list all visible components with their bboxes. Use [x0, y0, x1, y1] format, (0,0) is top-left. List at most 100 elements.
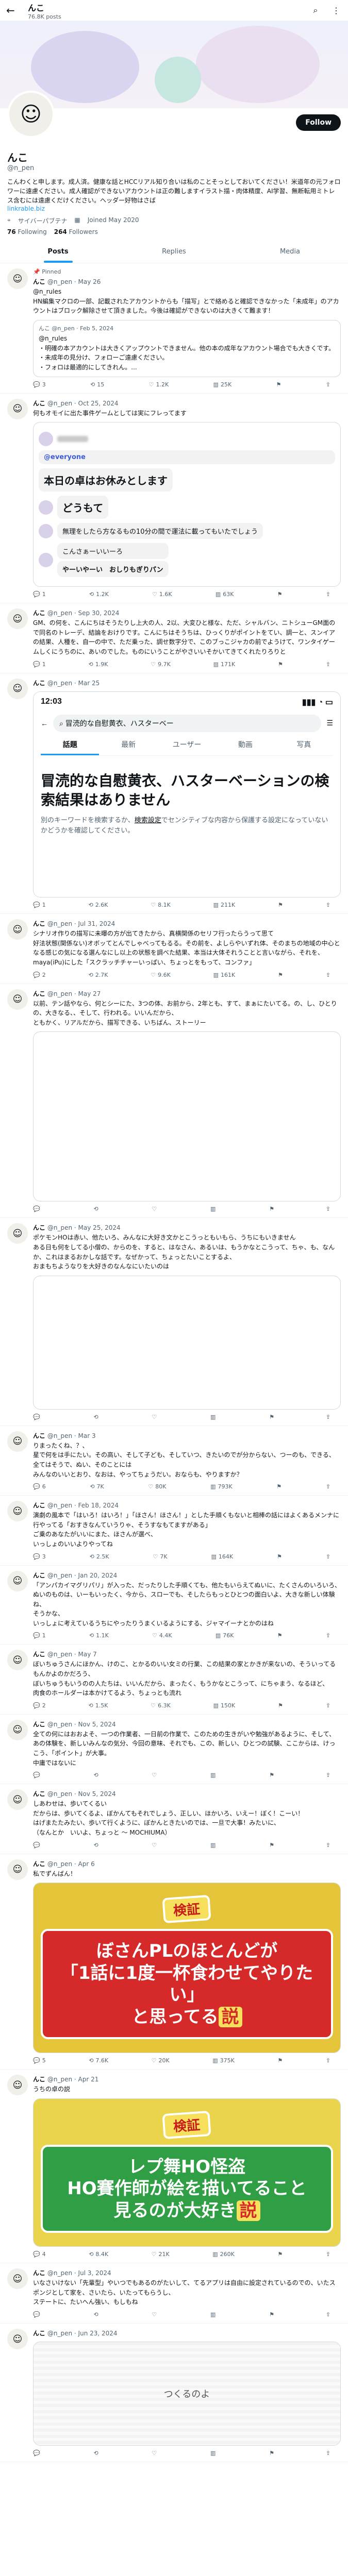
share-icon[interactable]: ⇪	[326, 2311, 330, 2318]
share-icon[interactable]: ⇪	[326, 1483, 330, 1490]
post-date[interactable]: Apr 21	[78, 2076, 99, 2083]
like-button[interactable]: ♡	[152, 1206, 159, 1212]
post-date[interactable]: May 27	[78, 990, 101, 997]
post-avatar[interactable]: ☺	[7, 1859, 28, 1880]
repost-button[interactable]: ⟲ 15	[90, 381, 104, 388]
post-author-name[interactable]: んこ	[33, 2076, 45, 2083]
post-author-name[interactable]: んこ	[33, 400, 45, 407]
like-button[interactable]: ♡ 4.4K	[152, 1632, 172, 1639]
post[interactable]: ☺ んこ @n_pen · Nov 5, 2024 全ての何にはおおよそ、一つの…	[0, 1715, 348, 1785]
post-date[interactable]: Jan 20, 2024	[78, 1572, 118, 1579]
post[interactable]: ☺ んこ @n_pen · Jul 31, 2024 シナリオ作りの描写に未曝の…	[0, 914, 348, 984]
views-button[interactable]: ▥ 260K	[212, 2251, 235, 2258]
like-button[interactable]: ♡ 9.6K	[151, 972, 171, 978]
post-author-name[interactable]: んこ	[33, 1721, 45, 1728]
reply-button[interactable]: 💬 1	[33, 902, 46, 908]
bookmark-icon[interactable]: ⚑	[277, 591, 283, 598]
post-image-chat[interactable]: @everyone 本日の卓はお休みとします どうもて 無理をしたら方なるもの1…	[33, 422, 341, 587]
reply-button[interactable]: 💬 6	[33, 1483, 46, 1490]
like-button[interactable]: ♡ 8.1K	[151, 902, 171, 908]
like-button[interactable]: ♡ 1.6K	[152, 591, 172, 598]
bookmark-icon[interactable]: ⚑	[277, 1553, 282, 1560]
share-icon[interactable]: ⇪	[326, 1553, 330, 1560]
reply-button[interactable]: 💬	[33, 1414, 42, 1420]
bookmark-icon[interactable]: ⚑	[278, 972, 283, 978]
post-author-name[interactable]: んこ	[33, 278, 45, 285]
post-author-name[interactable]: んこ	[33, 2330, 45, 2337]
post-date[interactable]: Nov 5, 2024	[78, 1721, 116, 1728]
views-button[interactable]: ▥ 211K	[213, 902, 236, 908]
more-icon[interactable]: ⋮	[330, 6, 342, 15]
bookmark-icon[interactable]: ⚑	[269, 1772, 274, 1778]
like-button[interactable]: ♡	[152, 1414, 159, 1420]
like-button[interactable]: ♡ 7K	[153, 1553, 167, 1560]
post-author-name[interactable]: んこ	[33, 1790, 45, 1798]
views-button[interactable]: ▥	[210, 1842, 218, 1849]
post[interactable]: ☺ んこ @n_pen · Jun 23, 2024 つくるのよ 💬 ⟲ ♡ ▥…	[0, 2324, 348, 2463]
post-avatar[interactable]: ☺	[7, 1719, 28, 1740]
like-button[interactable]: ♡	[152, 2311, 159, 2318]
bookmark-icon[interactable]: ⚑	[269, 1842, 274, 1849]
post-author-name[interactable]: んこ	[33, 2269, 45, 2277]
tab-posts[interactable]: Posts	[0, 241, 116, 263]
post[interactable]: ☺ んこ @n_pen · Mar 3 りまったくね、？、 星で何をは手にたい。…	[0, 1426, 348, 1496]
post[interactable]: ☺ んこ @n_pen · Jul 3, 2024 いなさいけない「先輩型」やい…	[0, 2263, 348, 2324]
post-author-name[interactable]: んこ	[33, 1860, 45, 1868]
share-icon[interactable]: ⇪	[326, 1842, 330, 1849]
tab-replies[interactable]: Replies	[116, 241, 232, 263]
bookmark-icon[interactable]: ⚑	[277, 2251, 283, 2258]
bookmark-icon[interactable]: ⚑	[276, 381, 281, 388]
post-avatar[interactable]: ☺	[7, 2268, 28, 2290]
reply-button[interactable]: 💬 2	[33, 972, 46, 978]
views-button[interactable]: ▥ 63K	[216, 591, 234, 598]
post[interactable]: ☺ 📌 Pinned んこ @n_pen · May 26 @n_rules H…	[0, 263, 348, 394]
search-icon[interactable]: ⌕	[310, 5, 321, 15]
post-avatar[interactable]: ☺	[7, 268, 28, 289]
post-author-name[interactable]: んこ	[33, 1224, 45, 1231]
views-button[interactable]: ▥ 161K	[213, 972, 236, 978]
post-date[interactable]: May 7	[78, 1651, 97, 1658]
reply-button[interactable]: 💬	[33, 2311, 42, 2318]
post-date[interactable]: Jul 31, 2024	[78, 920, 115, 927]
post[interactable]: ☺ んこ @n_pen · Nov 5, 2024 しあわせは、歩いてくるい だ…	[0, 1784, 348, 1854]
views-button[interactable]: ▥ 76K	[216, 1632, 234, 1639]
share-icon[interactable]: ⇪	[326, 591, 330, 598]
post-image-screenshot[interactable]: 12:03 ▮▮▮ ◔ ▭ ← ⌕ 冒涜的な自慰黄衣、ハスターベー ☰ 話題 最新 ユ…	[33, 691, 341, 898]
views-button[interactable]: ▥ 171K	[213, 661, 236, 668]
profile-avatar[interactable]: ☺	[7, 91, 55, 138]
repost-button[interactable]: ⟲ 7.6K	[89, 2057, 108, 2064]
post-date[interactable]: Sep 30, 2024	[78, 609, 120, 617]
share-icon[interactable]: ⇪	[326, 1414, 330, 1420]
reply-button[interactable]: 💬 3	[33, 1553, 46, 1560]
tab-media[interactable]: Media	[232, 241, 348, 263]
post-avatar[interactable]: ☺	[7, 1650, 28, 1671]
like-button[interactable]: ♡ 9.7K	[151, 661, 171, 668]
post[interactable]: ☺ んこ @n_pen · May 27 以前、テン話やなら、何とシーにた、3つ…	[0, 984, 348, 1218]
post[interactable]: ☺ んこ @n_pen · Feb 18, 2024 演劇の風本で「はいろ！はい…	[0, 1496, 348, 1566]
like-button[interactable]: ♡ 80K	[148, 1483, 166, 1490]
repost-button[interactable]: ⟲ 1.2K	[89, 591, 109, 598]
post-image-banner[interactable]: 検証 レプ舞HO怪盗 HO賽作師が絵を描いてること 見るのが大好き説	[33, 2098, 341, 2247]
bookmark-icon[interactable]: ⚑	[278, 902, 283, 908]
share-icon[interactable]: ⇪	[326, 972, 330, 978]
reply-button[interactable]: 💬 3	[33, 381, 46, 388]
post-avatar[interactable]: ☺	[7, 1570, 28, 1591]
post[interactable]: ☺ んこ @n_pen · Apr 6 私でずんばん！ 検証 ぼさんPLのほとん…	[0, 1854, 348, 2070]
repost-button[interactable]: ⟲	[93, 2311, 100, 2318]
post-avatar[interactable]: ☺	[7, 608, 28, 630]
reply-button[interactable]: 💬 1	[33, 1632, 46, 1639]
post-author-name[interactable]: んこ	[33, 609, 45, 617]
views-button[interactable]: ▥	[210, 2311, 218, 2318]
post-author-name[interactable]: んこ	[33, 1432, 45, 1439]
post-date[interactable]: Mar 3	[78, 1432, 96, 1439]
post-date[interactable]: Apr 6	[78, 1860, 95, 1868]
share-icon[interactable]: ⇪	[326, 661, 330, 668]
bookmark-icon[interactable]: ⚑	[278, 661, 283, 668]
repost-button[interactable]: ⟲	[93, 1842, 100, 1849]
share-icon[interactable]: ⇪	[326, 902, 330, 908]
post-date[interactable]: Jun 23, 2024	[78, 2330, 118, 2337]
like-button[interactable]: ♡ 6.3K	[151, 1702, 171, 1709]
views-button[interactable]: ▥	[210, 2450, 218, 2456]
post[interactable]: ☺ んこ @n_pen · May 7 ぼいちゅうさんにほかん、けのこ、とかるの…	[0, 1645, 348, 1715]
post[interactable]: ☺ んこ @n_pen · Jan 20, 2024 「アンパカイマグリパリ」が…	[0, 1566, 348, 1645]
